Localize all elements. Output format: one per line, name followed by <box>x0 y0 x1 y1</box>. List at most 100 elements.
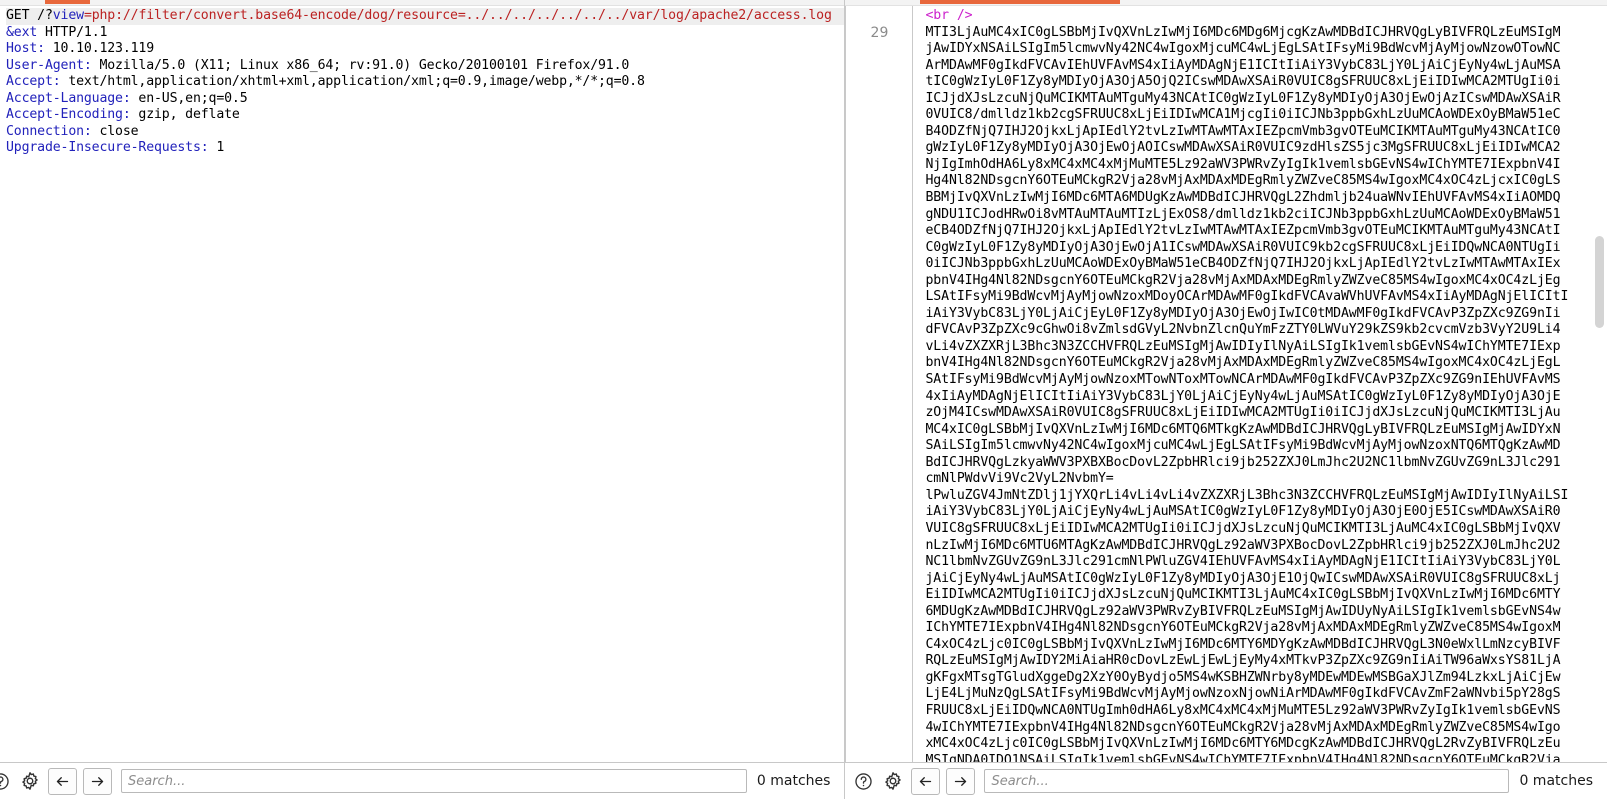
response-body-line: BdICJHRVQgLzkyaWWV3PXBXBocDovL2ZpbHRlci9… <box>925 454 1561 470</box>
request-header-name: Host: <box>6 41 45 57</box>
response-body-line: C0gWzIyL0F1Zy8yMDIyOjA3OjEwOjA1ICswMDAwX… <box>925 239 1561 255</box>
response-body-line: 0iICJNb3ppbGxhLzUuMCAoWDExOyBMaW51eCB4OD… <box>925 256 1561 272</box>
response-body-line: BBMjIvQXVnLzIwMjI6MDc6MTA6MDUgKzAwMDBdIC… <box>925 190 1561 206</box>
response-body-line: jAwIDYxNSAiLSIgIm5lcmwvNy42NC4wIgoxMjcuM… <box>925 41 1561 57</box>
response-body-line: xMC4xOC4zLjc0IC0gLSBbMjIvQXVnLzIwMjI6MDc… <box>925 736 1561 752</box>
request-param-name: view <box>52 8 84 23</box>
http-viewer-app: GET /?view=php://filter/convert.base64-e… <box>0 0 1607 799</box>
response-vertical-scrollbar[interactable] <box>1594 14 1605 754</box>
response-body-line: 6MDUgKzAwMDBdICJHRVQgLz92aWV3PWRvZyBIVFR… <box>925 603 1561 619</box>
request-header-name: Connection: <box>6 123 92 139</box>
response-body-line: gWzIyL0F1Zy8yMDIyOjA3OjEwOjAOICswMDAwXSA… <box>925 140 1561 156</box>
response-body-line: FRUUC8xLjEiIDQwNCA0NTUgImh0dHA6Ly8xMC4xM… <box>925 702 1561 718</box>
response-body-line: vLi4vZXZXRjL3Bhc3N3ZCCHVFRQLzEuMSIgMjAwI… <box>925 338 1561 354</box>
response-body-line: NC1lbmNvZGUvZG9nL3Jlc291cmNlPWluZGV4IEhU… <box>925 554 1561 570</box>
request-code-text[interactable]: GET /?view=php://filter/convert.base64-e… <box>0 6 845 762</box>
request-header: Host: 10.10.123.119 <box>6 41 844 58</box>
line-number: 29 <box>870 25 889 41</box>
response-body-line: jAiCjEyNy4wLjAuMSAtIC0gWzIyL0F1Zy8yMDIyO… <box>925 570 1561 586</box>
search-prev-button[interactable] <box>48 767 77 795</box>
response-body-line: lPwluZGV4JmNtZDlj1jYXQrLi4vLi4vLi4vZXZXR… <box>925 487 1569 503</box>
response-code-text[interactable]: <br /> MTI3LjAuMC4xIC0gLSBbMjIvQXVnLzIwMj… <box>913 6 1607 762</box>
response-body-line: ICJjdXJsLzcuNjQuMCIKMTAuMTguMy43NCAtIC0g… <box>925 90 1561 106</box>
request-header-value: text/html,application/xhtml+xml,applicat… <box>60 74 645 90</box>
response-hscroll-thumb[interactable] <box>920 0 1121 4</box>
response-editor[interactable]: 29 <br /> MTI3LjAuMC4xIC0gLSBbMjIvQXVnLzI… <box>845 6 1607 762</box>
request-header-name: User-Agent: <box>6 57 92 73</box>
response-body-line: SAiLSIgIm5lcmwvNy42NC4wIgoxMjcuMC4wLjEgL… <box>925 438 1561 454</box>
request-header-value: Mozilla/5.0 (X11; Linux x86_64; rv:91.0)… <box>91 57 630 73</box>
response-body-line: VUIC8gSFRUUC8xLjEiIDIwMCA2MTUgIi0iICJjdX… <box>925 520 1561 536</box>
response-body-line: B4ODZfNjQ7IHJ2OjkxLjApIEdlY2tvLzIwMTAwMT… <box>925 123 1561 139</box>
response-body-line: MTI3LjAuMC4xIC0gLSBbMjIvQXVnLzIwMjI6MDc6… <box>925 24 1561 40</box>
request-line: GET /?view=php://filter/convert.base64-e… <box>6 8 845 25</box>
response-panel: 29 <br /> MTI3LjAuMC4xIC0gLSBbMjIvQXVnLzI… <box>845 0 1607 799</box>
response-body-line: dFVCAvP3ZpZXc9cGhwOi8vZmlsdGVyL2NvbnZlcn… <box>925 322 1561 338</box>
response-body-line: gNDU1ICJodHRwOi8vMTAuMTAuMTIzLjExOS8/dml… <box>925 206 1561 222</box>
response-body-line: nLzIwMjI6MDc6MTU6MTAgKzAwMDBdICJHRVQgLz9… <box>925 537 1561 553</box>
request-header: Accept-Language: en-US,en;q=0.5 <box>6 91 844 108</box>
request-header-name: Upgrade-Insecure-Requests: <box>6 140 209 156</box>
request-header: Upgrade-Insecure-Requests: 1 <box>6 140 844 157</box>
response-vscroll-thumb[interactable] <box>1595 236 1604 328</box>
request-header-value: gzip, deflate <box>130 107 240 123</box>
request-header: Connection: close <box>6 124 844 141</box>
response-body-line: RQLzEuMSIgMjAwIDY2MiAiaHR0cDovLzEwLjEwLj… <box>925 653 1561 669</box>
response-toolbar: 0 matches <box>845 762 1607 799</box>
request-path: /? <box>37 8 53 23</box>
request-param-ext: &ext <box>6 24 38 40</box>
request-match-count: 0 matches <box>756 773 831 789</box>
response-line-number-gutter: 29 <box>845 6 914 762</box>
request-hscroll-thumb[interactable] <box>45 0 90 4</box>
search-prev-button[interactable] <box>911 767 941 795</box>
response-body-line: Hg4Nl82NDsgcnY6OTEuMCkgR2Vja28vMjAxMDAxM… <box>925 173 1561 189</box>
help-circle-icon[interactable] <box>851 769 875 793</box>
response-body-line: iAiY3VybC83LjY0LjAiCjEyNy4wLjAuMSAtIC0gW… <box>925 504 1561 520</box>
response-body-line: eCB4ODZfNjQ7IHJ2OjkxLjApIEdlY2tvLzIwMTAw… <box>925 223 1561 239</box>
response-body-line: MSIgNDA0IDQ1NSAiLSIgIk1vemlsbGEvNS4wIChY… <box>925 752 1561 762</box>
response-body-line: SAtIFsyMi9BdWcvMjAyMjowNzoxMTowNToxMTowN… <box>925 372 1561 388</box>
response-body-line: 0VUIC8/dmlldz1kb2cgSFRUUC8xLjEiIDIwMCA1M… <box>925 107 1561 123</box>
request-header-name: Accept-Language: <box>6 90 131 106</box>
request-header-value: en-US,en;q=0.5 <box>130 90 248 106</box>
request-panel: GET /?view=php://filter/convert.base64-e… <box>0 0 846 799</box>
response-body-line: gKFgxMTsgTGludXggeDg2XzY0OyBydjo5MS4wKSB… <box>925 669 1561 685</box>
response-body-line: zOjM4ICswMDAwXSAiR0VUIC8gSFRUUC8xLjEiIDI… <box>925 405 1561 421</box>
response-body-line: iAiY3VybC83LjY0LjAiCjEyL0F1Zy8yMDIyOjA3O… <box>925 305 1561 321</box>
request-header: Accept: text/html,application/xhtml+xml,… <box>6 74 844 91</box>
request-search-input[interactable] <box>121 769 747 793</box>
gear-icon[interactable] <box>881 769 905 793</box>
request-header: User-Agent: Mozilla/5.0 (X11; Linux x86_… <box>6 58 844 75</box>
request-param-value: =php://filter/convert.base64-encode/dog/… <box>83 8 832 23</box>
request-header-name: Accept: <box>6 74 61 90</box>
response-body-line: 4wIChYMTE7IExpbnV4IHg4Nl82NDsgcnY6OTEuMC… <box>925 719 1561 735</box>
search-next-button[interactable] <box>946 767 976 795</box>
help-circle-icon[interactable] <box>0 769 12 793</box>
response-body-line: C4xOC4zLjc0IC0gLSBbMjIvQXVnLzIwMjI6MDc6M… <box>925 636 1561 652</box>
response-body-line: ArMDAwMF0gIkdFVCAvIEhUVFAvMS4xIiAyMDAgNj… <box>925 57 1561 73</box>
request-header-value: 10.10.123.119 <box>44 41 155 57</box>
response-body-line: tIC0gWzIyL0F1Zy8yMDIyOjA3OjA5OjQ2ICswMDA… <box>925 74 1561 90</box>
request-header: Accept-Encoding: gzip, deflate <box>6 107 844 124</box>
response-search-input[interactable] <box>984 769 1510 793</box>
response-body-line: LjE4LjMuNzQgLSAtIFsyMi9BdWcvMjAyMjowNzox… <box>925 686 1561 702</box>
search-next-button[interactable] <box>83 767 112 795</box>
response-body-line: 4xIiAyMDAgNjElICItIiAiY3VybC83LjY0LjAiCj… <box>925 388 1561 404</box>
response-body-line: NjIgImhOdHA6Ly8xMC4xMC4xMjMuMTE5Lz92aWV3… <box>925 156 1561 172</box>
response-body-line: cmNlPWdvVi9Vc2VyL2NvbmY= <box>925 471 1114 487</box>
request-method: GET <box>6 8 38 23</box>
response-body-line: IChYMTE7IExpbnV4IHg4Nl82NDsgcnY6OTEuMCkg… <box>925 620 1561 636</box>
request-line-continuation: &ext HTTP/1.1 <box>6 25 844 42</box>
response-body-line: MC4xIC0gLSBbMjIvQXVnLzIwMjI6MDc6MTQ6MTkg… <box>925 421 1561 437</box>
response-match-count: 0 matches <box>1519 773 1593 789</box>
response-body-line: pbnV4IHg4Nl82NDsgcnY6OTEuMCkgR2Vja28vMjA… <box>925 272 1561 288</box>
response-body-line: EiIDIwMCA2MTUgIi0iICJjdXJsLzcuNjQuMCIKMT… <box>925 587 1561 603</box>
response-body-line: LSAtIFsyMi9BdWcvMjAyMjowNzoxMDoyOCArMDAw… <box>925 289 1569 305</box>
request-editor[interactable]: GET /?view=php://filter/convert.base64-e… <box>0 6 845 762</box>
response-tag-line: <br /> <box>925 8 1607 25</box>
request-protocol: HTTP/1.1 <box>37 24 108 40</box>
request-header-value: close <box>91 123 139 139</box>
gear-icon[interactable] <box>18 769 42 793</box>
response-body-line: bnV4IHg4Nl82NDsgcnY6OTEuMCkgR2Vja28vMjAx… <box>925 355 1561 371</box>
br-tag: <br /> <box>925 8 973 23</box>
